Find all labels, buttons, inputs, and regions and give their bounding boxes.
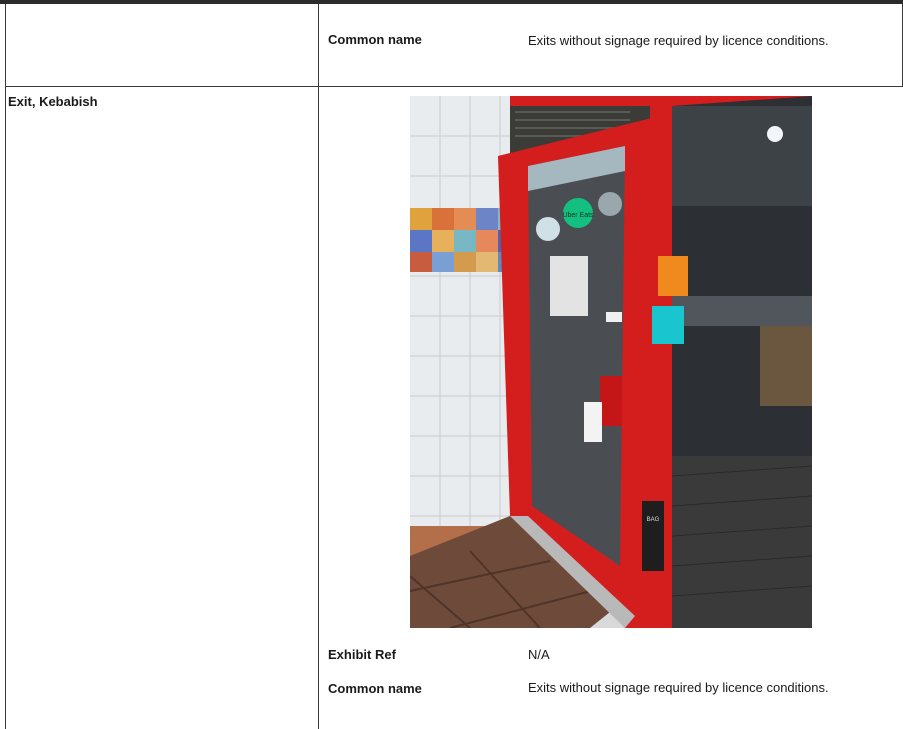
- exhibit-ref-label: Exhibit Ref: [328, 647, 396, 662]
- table-border-divider: [318, 4, 319, 729]
- exhibit-ref-value: N/A: [528, 647, 550, 662]
- common-name-label-2: Common name: [328, 681, 422, 696]
- common-name-value: Exits without signage required by licenc…: [528, 33, 829, 48]
- common-name-value-2: Exits without signage required by licenc…: [528, 680, 829, 695]
- exit-door-photo: Uber Eats BAG: [410, 96, 812, 628]
- top-rule: [0, 0, 903, 4]
- common-name-label: Common name: [328, 32, 422, 47]
- section-title: Exit, Kebabish: [8, 94, 98, 109]
- table-border-left: [5, 4, 6, 729]
- uber-eats-sticker: Uber Eats: [562, 212, 594, 219]
- bag-label: BAG: [647, 517, 660, 523]
- row-separator: [5, 86, 903, 87]
